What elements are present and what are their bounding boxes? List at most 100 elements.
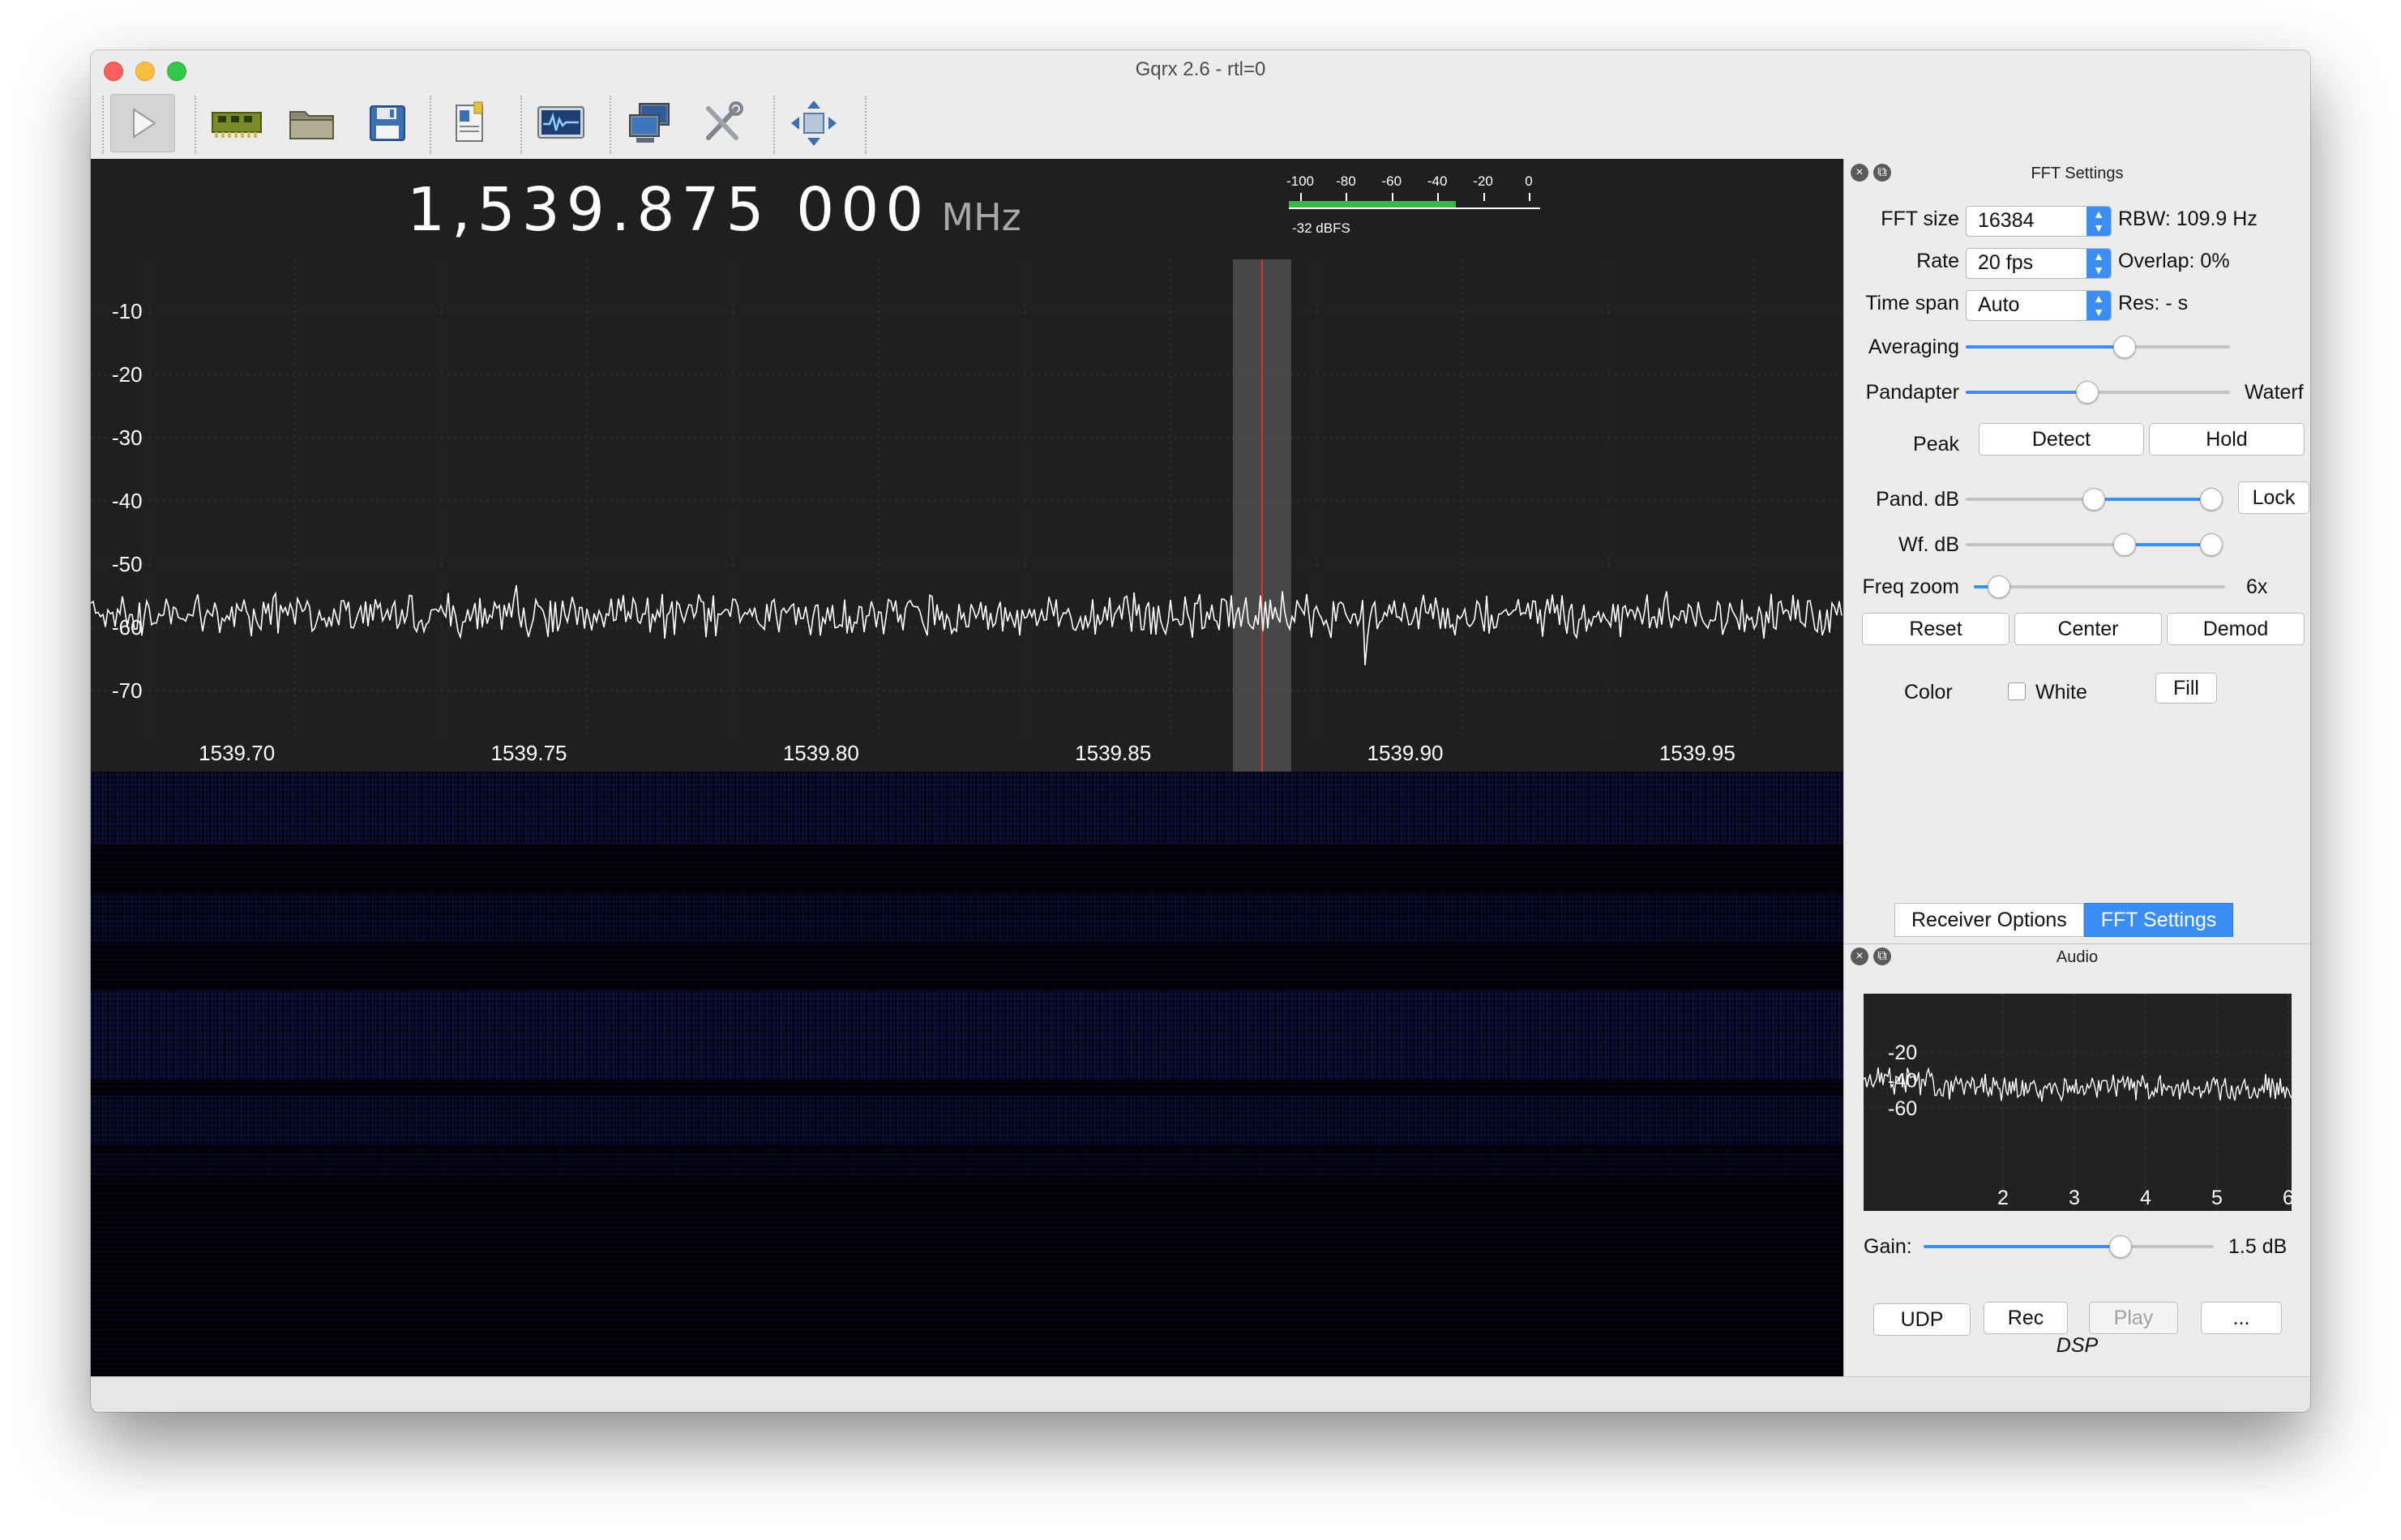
tab-fft-settings[interactable]: FFT Settings — [2083, 903, 2234, 937]
io-config-button[interactable] — [438, 94, 503, 152]
waveform-icon — [537, 106, 584, 139]
audio-x-tick-label: 3 — [2069, 1187, 2080, 1209]
meter-tick-label: -20 — [1473, 173, 1493, 189]
averaging-label: Averaging — [1868, 336, 1959, 358]
save-settings-button[interactable] — [355, 94, 420, 152]
reset-button[interactable]: Reset — [1862, 613, 2009, 645]
audio-header: × ⧉ Audio — [1844, 943, 2310, 968]
pandapter-label: Pandapter — [1865, 381, 1959, 404]
audio-fft-graph: -20 -40 -60 2 3 4 5 6 — [1864, 994, 2292, 1211]
pand-db-low-knob[interactable] — [2082, 488, 2105, 511]
fill-button[interactable]: Fill — [2155, 673, 2217, 704]
meter-tick — [1391, 193, 1393, 201]
frequency-readout[interactable]: 1,539.875 000 MHz — [407, 175, 1021, 248]
play-button[interactable]: Play — [2089, 1302, 2178, 1334]
averaging-slider-knob[interactable] — [2112, 336, 2136, 358]
time-span-select[interactable]: Auto ▲ ▼ — [1966, 290, 2112, 321]
status-bar — [91, 1376, 2310, 1412]
x-axis-tick-label: 1539.95 — [1659, 741, 1735, 765]
lock-button[interactable]: Lock — [2238, 481, 2309, 514]
frequency-unit: MHz — [941, 195, 1021, 239]
audio-gain-slider[interactable] — [1924, 1235, 2214, 1258]
configure-device-button[interactable] — [204, 94, 269, 152]
toolbar — [91, 89, 2310, 157]
waterfall-band — [91, 893, 1843, 942]
dsp-label: DSP — [2056, 1334, 2099, 1357]
gain-slider-fill — [1924, 1245, 2121, 1248]
record-button[interactable]: Rec — [1984, 1302, 2068, 1334]
audio-options-button[interactable]: ... — [2201, 1302, 2282, 1334]
pandapter-waterfall-slider[interactable] — [1966, 381, 2230, 404]
meter-tick-label: -60 — [1381, 173, 1402, 189]
wf-db-range-fill — [2124, 543, 2212, 546]
x-axis-tick-label: 1539.85 — [1075, 741, 1151, 765]
main-display: -10 -20 -30 -40 -50 -60 -70 1539.70 1539.75 1539.… — [91, 159, 1843, 1376]
y-axis-tick-label: -40 — [112, 489, 143, 513]
meter-tick-label: -80 — [1336, 173, 1356, 189]
averaging-slider[interactable] — [1966, 336, 2230, 358]
toolbar-separator — [195, 96, 196, 154]
fft-settings-header: × ⧉ FFT Settings — [1844, 160, 2310, 185]
waterfall-display[interactable] — [91, 772, 1843, 1376]
gain-slider-knob[interactable] — [2109, 1235, 2133, 1258]
signal-meter: -100 -80 -60 -40 -20 0 -32 dBFS — [1286, 172, 1548, 261]
pandapter-slider-knob[interactable] — [2075, 381, 2099, 404]
meter-level-text: -32 dBFS — [1292, 220, 1350, 236]
wf-db-range-slider[interactable] — [1966, 533, 2223, 556]
freq-zoom-slider[interactable] — [1974, 575, 2225, 598]
open-folder-icon — [289, 111, 334, 139]
chevron-updown-icon: ▲ ▼ — [2086, 291, 2111, 320]
peak-hold-button[interactable]: Hold — [2149, 423, 2305, 456]
tab-receiver-options[interactable]: Receiver Options — [1894, 903, 2084, 937]
fft-size-select[interactable]: 16384 ▲ ▼ — [1966, 206, 2112, 237]
meter-tick — [1300, 193, 1302, 201]
network-icon — [629, 103, 670, 143]
peak-label: Peak — [1913, 433, 1959, 456]
fullscreen-button[interactable] — [781, 94, 846, 152]
meter-tick-label: -100 — [1286, 173, 1315, 189]
waterfall-band — [91, 1153, 1843, 1177]
resolution-info: Res: - s — [2118, 292, 2189, 314]
remote-control-button[interactable] — [618, 94, 683, 152]
waterfall-label: Waterf — [2245, 381, 2304, 404]
audio-spectrum-plot: -20 -40 -60 2 3 4 5 6 — [1864, 994, 2292, 1211]
start-dsp-button[interactable] — [110, 94, 175, 152]
peak-detect-button[interactable]: Detect — [1979, 423, 2144, 456]
play-icon — [133, 108, 156, 139]
audio-x-tick-label: 5 — [2211, 1187, 2223, 1209]
spectrum-plotter[interactable]: -10 -20 -30 -40 -50 -60 -70 1539.70 1539.75 1539.… — [91, 159, 1843, 772]
audio-spectrum-trace — [1864, 1067, 2292, 1102]
toolbar-separator — [430, 96, 431, 154]
y-axis-tick-label: -10 — [112, 299, 143, 323]
toolbar-separator — [773, 96, 775, 154]
settings-tools-button[interactable] — [691, 94, 755, 152]
waterfall-band — [91, 990, 1843, 1080]
toolbar-separator — [102, 96, 104, 154]
y-axis-tick-label: -50 — [112, 552, 143, 576]
center-button[interactable]: Center — [2014, 613, 2162, 645]
rate-select[interactable]: 20 fps ▲ ▼ — [1966, 248, 2112, 279]
wf-db-high-knob[interactable] — [2200, 533, 2223, 556]
frequency-digits[interactable]: 1,539.875 000 — [407, 175, 930, 245]
wf-db-label: Wf. dB — [1898, 533, 1959, 556]
audio-y-tick-label: -60 — [1888, 1097, 1917, 1120]
pand-db-range-slider[interactable] — [1966, 488, 2223, 511]
y-axis-tick-label: -70 — [112, 678, 143, 703]
meter-tick — [1483, 193, 1485, 201]
audio-x-tick-label: 4 — [2140, 1187, 2151, 1209]
chevron-updown-icon: ▲ ▼ — [2086, 207, 2111, 236]
pand-db-high-knob[interactable] — [2200, 488, 2223, 511]
white-checkbox[interactable] — [2008, 682, 2026, 700]
meter-scale: -100 -80 -60 -40 -20 0 — [1286, 172, 1548, 201]
wf-db-low-knob[interactable] — [2112, 533, 2136, 556]
iq-tool-button[interactable] — [529, 94, 593, 152]
demod-button[interactable]: Demod — [2167, 613, 2305, 645]
waterfall-band — [91, 772, 1843, 845]
pandapter-plot[interactable]: -10 -20 -30 -40 -50 -60 -70 1539.70 1539.75 1539.… — [91, 159, 1843, 772]
audio-y-tick-label: -40 — [1888, 1069, 1917, 1092]
freq-zoom-slider-knob[interactable] — [1988, 575, 2010, 598]
toolbar-separator — [865, 96, 867, 154]
open-settings-button[interactable] — [280, 94, 345, 152]
y-axis-tick-label: -20 — [112, 362, 143, 387]
udp-button[interactable]: UDP — [1873, 1303, 1971, 1336]
